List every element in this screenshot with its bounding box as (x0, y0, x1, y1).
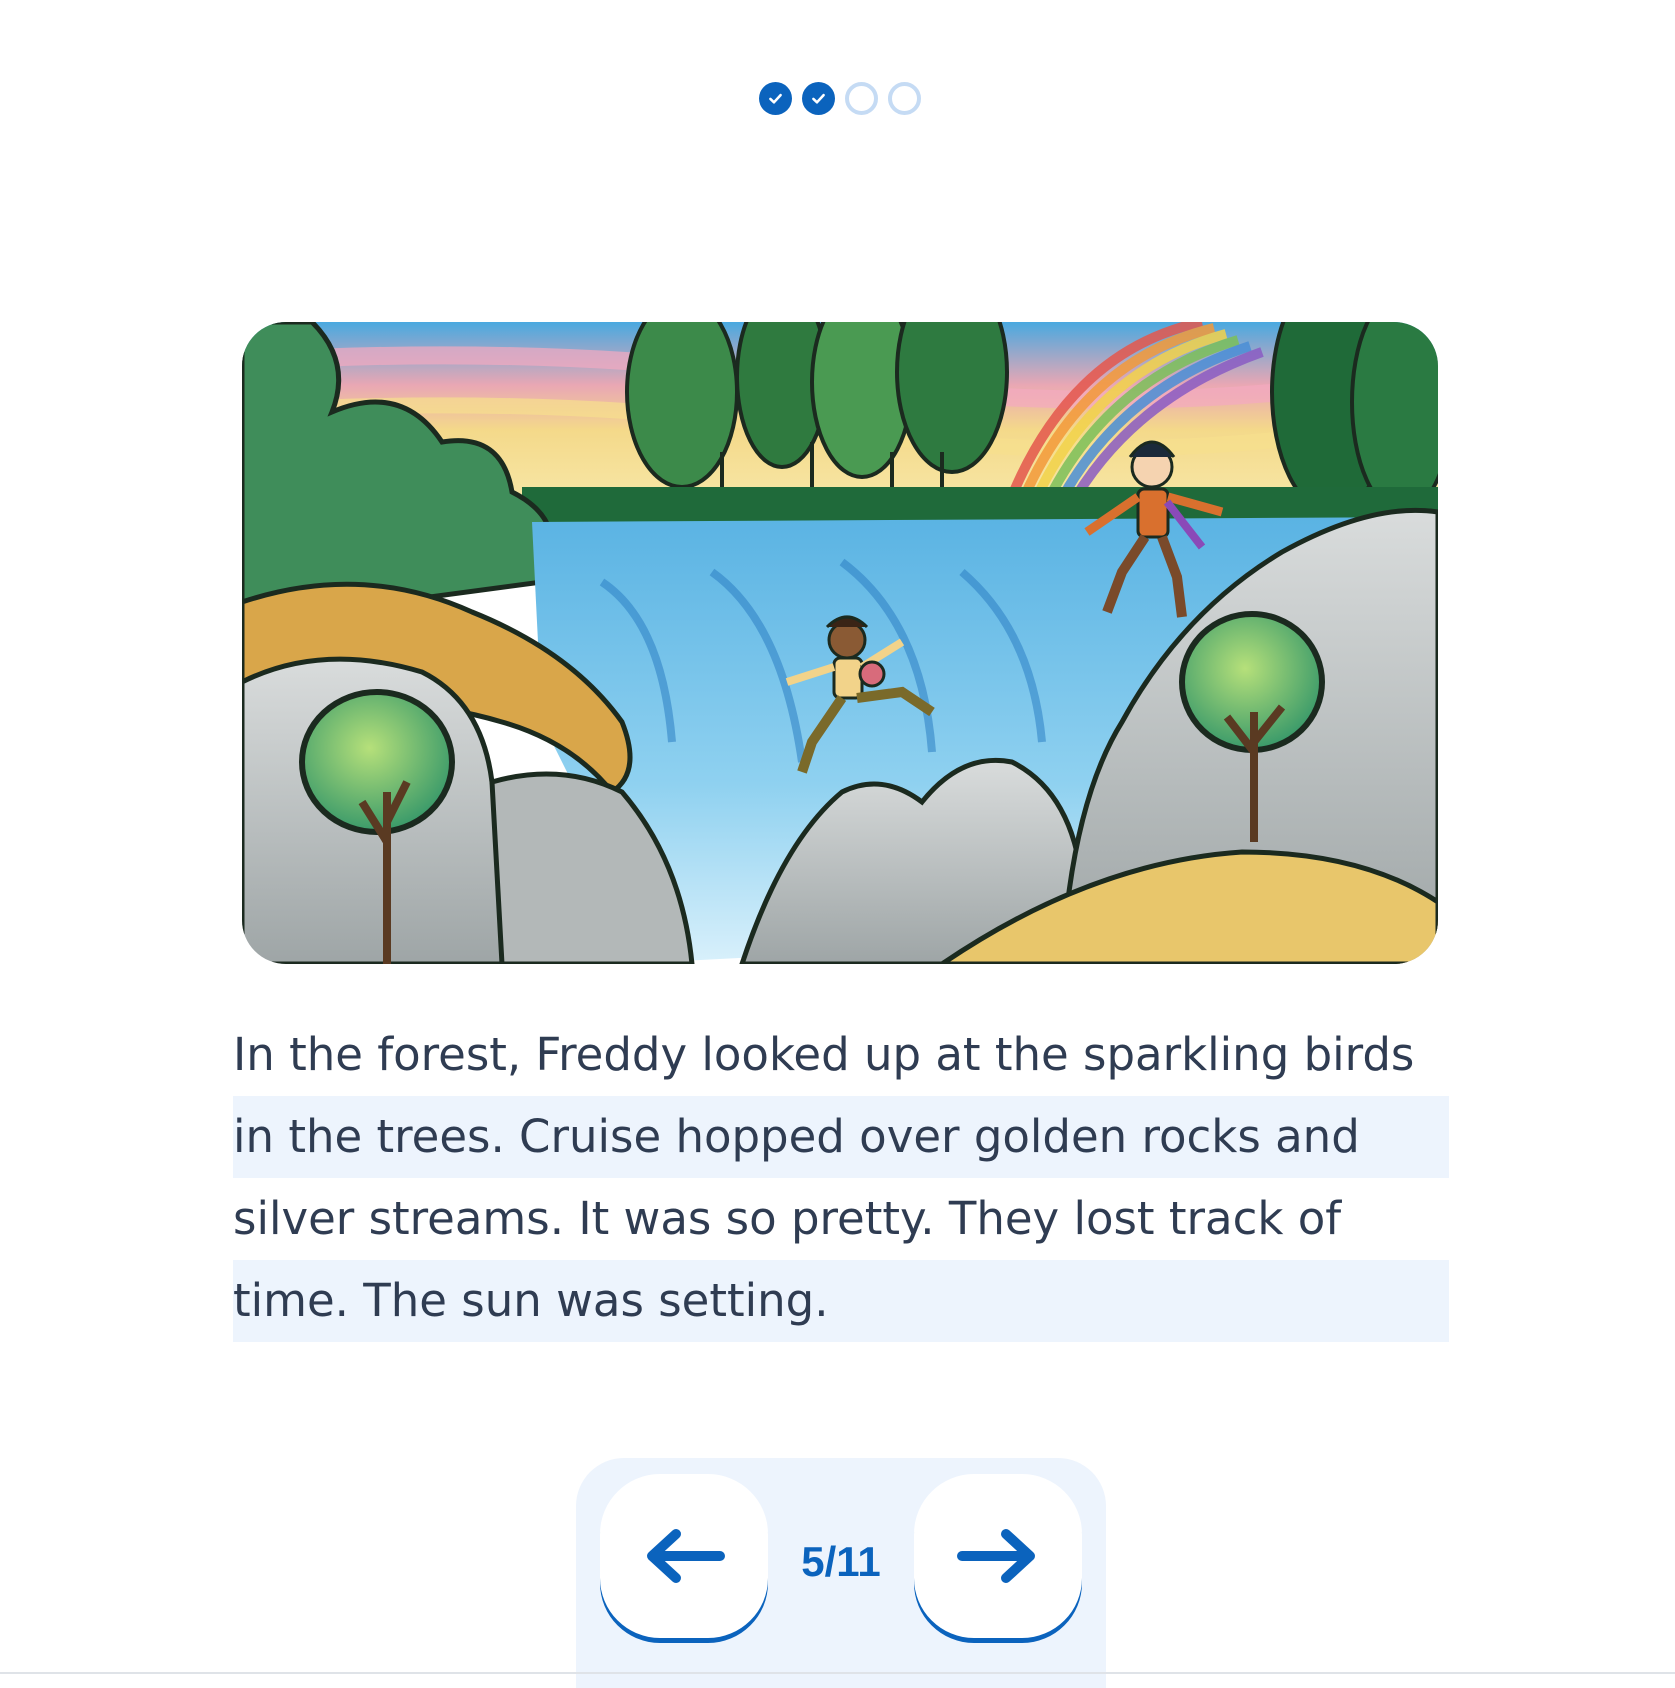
check-icon (812, 93, 825, 104)
progress-step-1 (759, 82, 792, 115)
previous-page-button[interactable] (600, 1474, 768, 1638)
check-icon (769, 93, 782, 104)
progress-steps (759, 82, 921, 115)
story-line-highlighted: time. The sun was setting. (233, 1260, 1449, 1342)
next-page-button[interactable] (914, 1474, 1082, 1638)
progress-step-2 (802, 82, 835, 115)
story-line-highlighted: in the trees. Cruise hopped over golden … (233, 1096, 1449, 1178)
story-text: In the forest, Freddy looked up at the s… (233, 1014, 1449, 1342)
divider (0, 1672, 1675, 1674)
page-counter: 5/11 (801, 1538, 881, 1585)
arrow-right-icon (957, 1529, 1035, 1583)
story-line: silver streams. It was so pretty. They l… (233, 1192, 1342, 1245)
story-line: In the forest, Freddy looked up at the s… (233, 1028, 1415, 1081)
progress-step-4 (888, 82, 921, 115)
page-navigator: 5/11 (576, 1458, 1106, 1688)
story-illustration (242, 322, 1438, 964)
arrow-left-icon (647, 1529, 725, 1583)
progress-step-3 (845, 82, 878, 115)
